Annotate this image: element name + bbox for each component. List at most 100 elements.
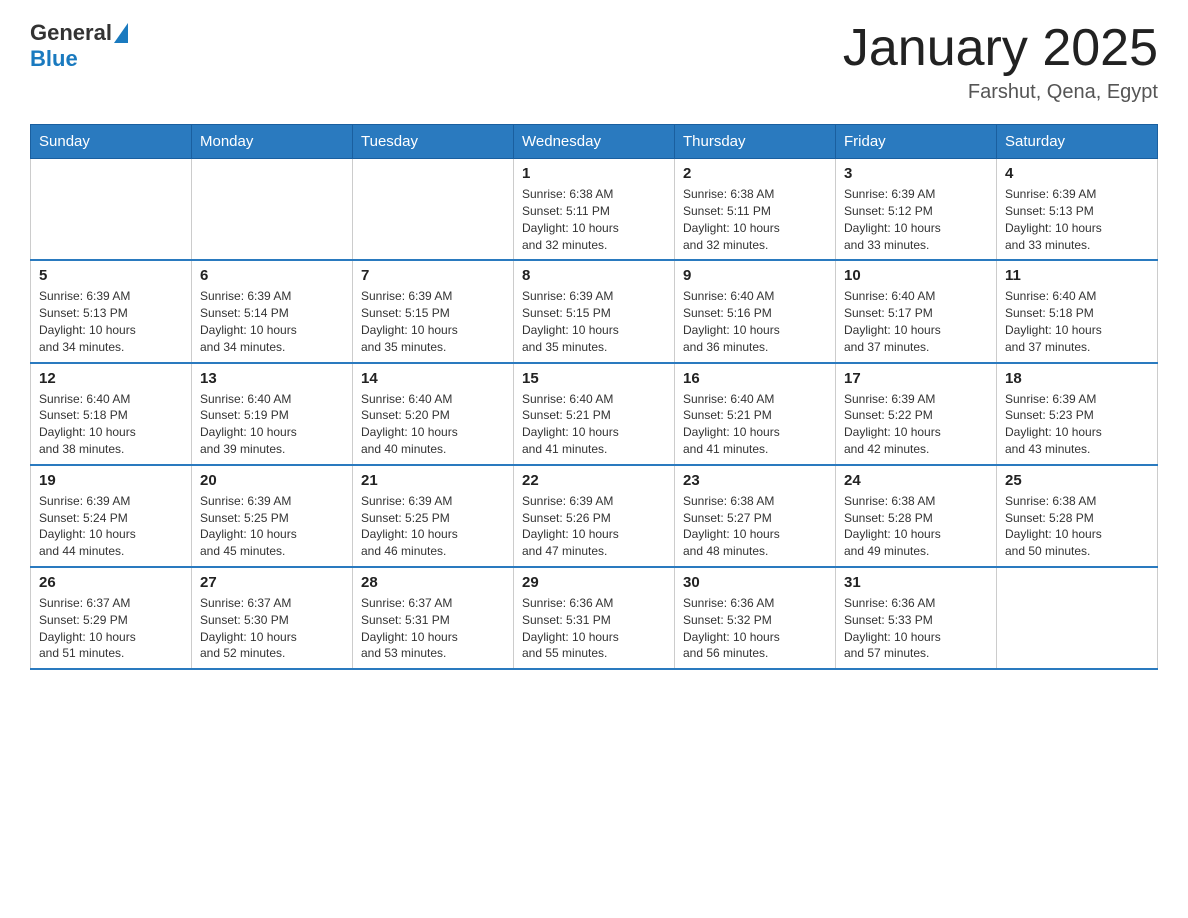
table-row: 13 Sunrise: 6:40 AM Sunset: 5:19 PM Dayli… — [192, 363, 353, 465]
table-row: 5 Sunrise: 6:39 AM Sunset: 5:13 PM Daylig… — [31, 260, 192, 362]
weekday-header-sunday: Sunday — [31, 125, 192, 159]
day-info: Sunrise: 6:40 AM Sunset: 5:18 PM Dayligh… — [1005, 288, 1149, 355]
day-number: 12 — [39, 370, 183, 387]
weekday-header-tuesday: Tuesday — [353, 125, 514, 159]
logo-general-text: General — [30, 20, 112, 46]
table-row: 15Sunrise: 6:40 AM Sunset: 5:21 PM Dayli… — [514, 363, 675, 465]
day-info: Sunrise: 6:38 AM Sunset: 5:27 PM Dayligh… — [683, 493, 827, 560]
table-row: 29 Sunrise: 6:36 AM Sunset: 5:31 PM Dayli… — [514, 567, 675, 669]
table-row — [997, 567, 1158, 669]
weekday-header-row: SundayMondayTuesdayWednesdayThursdayFrid… — [31, 125, 1158, 159]
table-row: 19Sunrise: 6:39 AM Sunset: 5:24 PM Dayli… — [31, 465, 192, 567]
day-info: Sunrise: 6:40 AM Sunset: 5:19 PM Dayligh… — [200, 391, 344, 458]
day-number: 13 — [200, 370, 344, 387]
day-info: Sunrise: 6:39 AM Sunset: 5:13 PM Dayligh… — [1005, 186, 1149, 253]
day-number: 30 — [683, 574, 827, 591]
day-info: Sunrise: 6:36 AM Sunset: 5:32 PM Dayligh… — [683, 595, 827, 662]
day-number: 11 — [1005, 267, 1149, 284]
table-row: 22Sunrise: 6:39 AM Sunset: 5:26 PM Dayli… — [514, 465, 675, 567]
weekday-header-wednesday: Wednesday — [514, 125, 675, 159]
table-row: 23 Sunrise: 6:38 AM Sunset: 5:27 PM Dayli… — [675, 465, 836, 567]
day-info: Sunrise: 6:38 AM Sunset: 5:11 PM Dayligh… — [683, 186, 827, 253]
day-number: 1 — [522, 165, 666, 182]
location-text: Farshut, Qena, Egypt — [843, 81, 1158, 104]
day-number: 20 — [200, 472, 344, 489]
table-row: 28Sunrise: 6:37 AM Sunset: 5:31 PM Dayli… — [353, 567, 514, 669]
table-row: 25 Sunrise: 6:38 AM Sunset: 5:28 PM Dayli… — [997, 465, 1158, 567]
table-row: 10Sunrise: 6:40 AM Sunset: 5:17 PM Dayli… — [836, 260, 997, 362]
day-number: 14 — [361, 370, 505, 387]
calendar-week-4: 19Sunrise: 6:39 AM Sunset: 5:24 PM Dayli… — [31, 465, 1158, 567]
day-number: 8 — [522, 267, 666, 284]
month-title: January 2025 — [843, 20, 1158, 77]
day-number: 7 — [361, 267, 505, 284]
table-row: 17Sunrise: 6:39 AM Sunset: 5:22 PM Dayli… — [836, 363, 997, 465]
day-info: Sunrise: 6:38 AM Sunset: 5:28 PM Dayligh… — [1005, 493, 1149, 560]
day-number: 19 — [39, 472, 183, 489]
weekday-header-monday: Monday — [192, 125, 353, 159]
day-info: Sunrise: 6:39 AM Sunset: 5:22 PM Dayligh… — [844, 391, 988, 458]
table-row — [31, 159, 192, 261]
day-info: Sunrise: 6:39 AM Sunset: 5:15 PM Dayligh… — [361, 288, 505, 355]
table-row: 7 Sunrise: 6:39 AM Sunset: 5:15 PM Daylig… — [353, 260, 514, 362]
table-row: 11 Sunrise: 6:40 AM Sunset: 5:18 PM Dayli… — [997, 260, 1158, 362]
day-info: Sunrise: 6:39 AM Sunset: 5:13 PM Dayligh… — [39, 288, 183, 355]
day-info: Sunrise: 6:39 AM Sunset: 5:25 PM Dayligh… — [200, 493, 344, 560]
table-row: 4 Sunrise: 6:39 AM Sunset: 5:13 PM Daylig… — [997, 159, 1158, 261]
table-row: 24 Sunrise: 6:38 AM Sunset: 5:28 PM Dayli… — [836, 465, 997, 567]
table-row: 3Sunrise: 6:39 AM Sunset: 5:12 PM Daylig… — [836, 159, 997, 261]
table-row: 6Sunrise: 6:39 AM Sunset: 5:14 PM Daylig… — [192, 260, 353, 362]
table-row: 31 Sunrise: 6:36 AM Sunset: 5:33 PM Dayli… — [836, 567, 997, 669]
day-number: 2 — [683, 165, 827, 182]
day-number: 22 — [522, 472, 666, 489]
table-row: 26Sunrise: 6:37 AM Sunset: 5:29 PM Dayli… — [31, 567, 192, 669]
title-section: January 2025 Farshut, Qena, Egypt — [843, 20, 1158, 104]
day-info: Sunrise: 6:39 AM Sunset: 5:14 PM Dayligh… — [200, 288, 344, 355]
calendar-body: 1 Sunrise: 6:38 AM Sunset: 5:11 PM Daylig… — [31, 159, 1158, 669]
table-row: 30 Sunrise: 6:36 AM Sunset: 5:32 PM Dayli… — [675, 567, 836, 669]
day-info: Sunrise: 6:40 AM Sunset: 5:16 PM Dayligh… — [683, 288, 827, 355]
calendar-week-3: 12Sunrise: 6:40 AM Sunset: 5:18 PM Dayli… — [31, 363, 1158, 465]
day-number: 29 — [522, 574, 666, 591]
logo-triangle-icon — [114, 23, 128, 43]
weekday-header-friday: Friday — [836, 125, 997, 159]
day-info: Sunrise: 6:38 AM Sunset: 5:28 PM Dayligh… — [844, 493, 988, 560]
table-row: 9 Sunrise: 6:40 AM Sunset: 5:16 PM Daylig… — [675, 260, 836, 362]
day-number: 4 — [1005, 165, 1149, 182]
day-number: 25 — [1005, 472, 1149, 489]
table-row: 21 Sunrise: 6:39 AM Sunset: 5:25 PM Dayli… — [353, 465, 514, 567]
day-number: 24 — [844, 472, 988, 489]
calendar-week-5: 26Sunrise: 6:37 AM Sunset: 5:29 PM Dayli… — [31, 567, 1158, 669]
day-info: Sunrise: 6:38 AM Sunset: 5:11 PM Dayligh… — [522, 186, 666, 253]
day-info: Sunrise: 6:40 AM Sunset: 5:21 PM Dayligh… — [522, 391, 666, 458]
table-row: 14 Sunrise: 6:40 AM Sunset: 5:20 PM Dayli… — [353, 363, 514, 465]
day-number: 18 — [1005, 370, 1149, 387]
day-number: 21 — [361, 472, 505, 489]
day-number: 9 — [683, 267, 827, 284]
table-row — [192, 159, 353, 261]
day-number: 31 — [844, 574, 988, 591]
day-number: 5 — [39, 267, 183, 284]
day-info: Sunrise: 6:39 AM Sunset: 5:25 PM Dayligh… — [361, 493, 505, 560]
table-row: 1 Sunrise: 6:38 AM Sunset: 5:11 PM Daylig… — [514, 159, 675, 261]
table-row: 12Sunrise: 6:40 AM Sunset: 5:18 PM Dayli… — [31, 363, 192, 465]
table-row: 2 Sunrise: 6:38 AM Sunset: 5:11 PM Daylig… — [675, 159, 836, 261]
weekday-header-saturday: Saturday — [997, 125, 1158, 159]
table-row: 27Sunrise: 6:37 AM Sunset: 5:30 PM Dayli… — [192, 567, 353, 669]
logo: General Blue — [30, 20, 130, 72]
calendar-week-1: 1 Sunrise: 6:38 AM Sunset: 5:11 PM Daylig… — [31, 159, 1158, 261]
day-info: Sunrise: 6:39 AM Sunset: 5:15 PM Dayligh… — [522, 288, 666, 355]
day-info: Sunrise: 6:40 AM Sunset: 5:17 PM Dayligh… — [844, 288, 988, 355]
page-header: General Blue January 2025 Farshut, Qena,… — [30, 20, 1158, 104]
day-number: 16 — [683, 370, 827, 387]
weekday-header-thursday: Thursday — [675, 125, 836, 159]
day-number: 23 — [683, 472, 827, 489]
table-row: 8 Sunrise: 6:39 AM Sunset: 5:15 PM Daylig… — [514, 260, 675, 362]
table-row — [353, 159, 514, 261]
day-info: Sunrise: 6:40 AM Sunset: 5:21 PM Dayligh… — [683, 391, 827, 458]
table-row: 20 Sunrise: 6:39 AM Sunset: 5:25 PM Dayli… — [192, 465, 353, 567]
day-info: Sunrise: 6:36 AM Sunset: 5:33 PM Dayligh… — [844, 595, 988, 662]
calendar-header: SundayMondayTuesdayWednesdayThursdayFrid… — [31, 125, 1158, 159]
day-info: Sunrise: 6:40 AM Sunset: 5:20 PM Dayligh… — [361, 391, 505, 458]
day-info: Sunrise: 6:36 AM Sunset: 5:31 PM Dayligh… — [522, 595, 666, 662]
